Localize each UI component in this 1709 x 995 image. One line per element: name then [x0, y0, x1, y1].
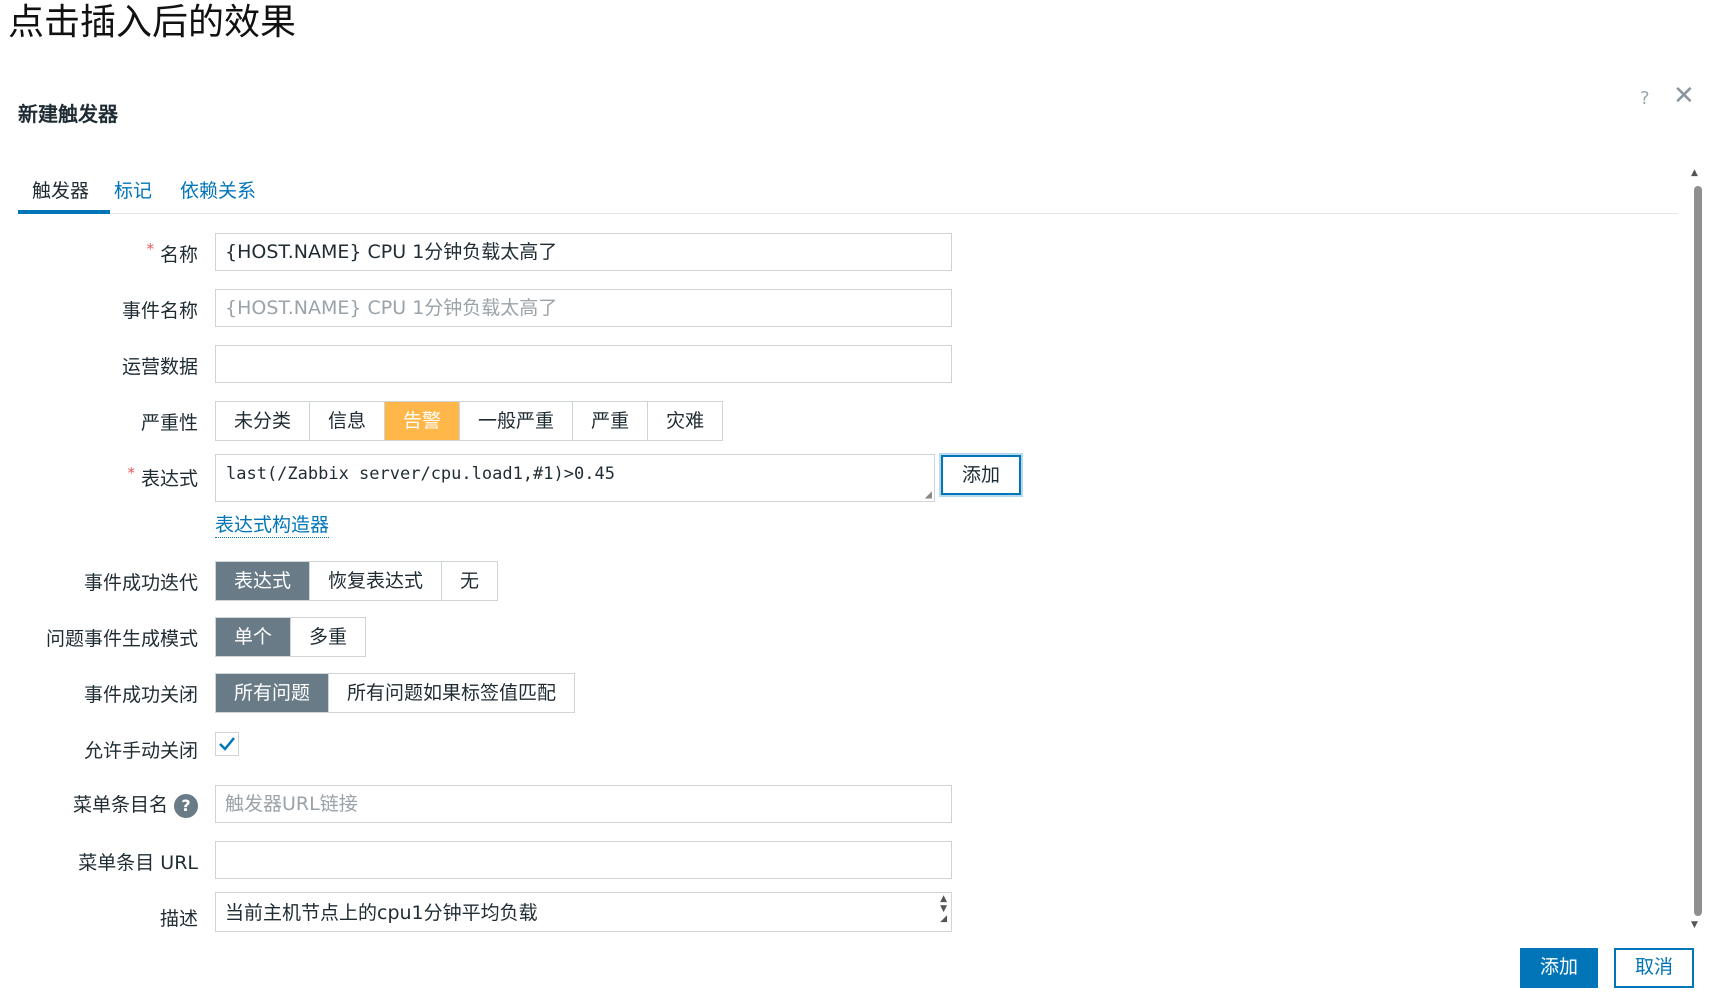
description-textarea[interactable]: 当前主机节点上的cpu1分钟平均负载 ▲ ▼ ◢: [215, 892, 952, 932]
help-question-icon[interactable]: ?: [174, 793, 198, 818]
opdata-label: 运营数据: [121, 356, 198, 378]
ok-event-generation-label: 事件成功迭代: [83, 572, 198, 594]
expression-text: last(/Zabbix server/cpu.load1,#1)>0.45: [226, 464, 615, 484]
resize-handle-icon[interactable]: ◢: [925, 488, 932, 500]
vertical-scrollbar[interactable]: ▲ ▼: [1691, 168, 1705, 938]
tab-trigger[interactable]: 触发器: [32, 176, 89, 203]
cancel-button[interactable]: 取消: [1614, 948, 1694, 988]
problem-mode-single[interactable]: 单个: [216, 618, 292, 656]
tab-dependencies[interactable]: 依赖关系: [180, 176, 256, 203]
tab-tags[interactable]: 标记: [114, 176, 152, 203]
ok-event-recovery-expression[interactable]: 恢复表达式: [310, 562, 443, 600]
problem-mode-label: 问题事件生成模式: [45, 628, 198, 650]
severity-warning[interactable]: 告警: [385, 402, 461, 440]
required-mark: *: [146, 240, 154, 258]
expression-textarea[interactable]: last(/Zabbix server/cpu.load1,#1)>0.45 ◢: [215, 454, 935, 502]
severity-information[interactable]: 信息: [310, 402, 386, 440]
severity-not-classified[interactable]: 未分类: [216, 402, 311, 440]
ok-event-closes-selector: 所有问题 所有问题如果标签值匹配: [215, 673, 576, 713]
problem-mode-selector: 单个 多重: [215, 617, 367, 657]
expression-label: * 表达式: [127, 464, 198, 490]
manual-close-label: 允许手动关闭: [83, 740, 198, 762]
severity-disaster[interactable]: 灾难: [648, 402, 723, 440]
dialog-title: 新建触发器: [18, 102, 118, 126]
required-mark: *: [127, 464, 135, 482]
textarea-scroll-icon[interactable]: ▲ ▼ ◢: [940, 894, 947, 924]
scroll-down-icon[interactable]: ▼: [1691, 920, 1698, 930]
active-tab-indicator: [18, 210, 110, 214]
severity-label: 严重性: [140, 412, 198, 434]
manual-close-checkbox[interactable]: [215, 732, 239, 756]
url-input[interactable]: [215, 841, 952, 879]
event-name-input[interactable]: {HOST.NAME} CPU 1分钟负载太高了: [215, 289, 952, 327]
closes-all-problems[interactable]: 所有问题: [216, 674, 330, 712]
close-icon[interactable]: ✕: [1673, 82, 1695, 110]
ok-event-expression[interactable]: 表达式: [216, 562, 311, 600]
expression-builder-link[interactable]: 表达式构造器: [215, 510, 330, 538]
description-label: 描述: [159, 908, 198, 930]
closes-tag-match[interactable]: 所有问题如果标签值匹配: [329, 674, 575, 712]
ok-event-closes-label: 事件成功关闭: [83, 684, 198, 706]
url-name-label: 菜单条目名?: [73, 790, 198, 818]
expression-add-button[interactable]: 添加: [941, 455, 1021, 495]
page-heading: 点击插入后的效果: [8, 2, 297, 43]
tab-bar: 触发器 标记 依赖关系: [18, 168, 1678, 214]
ok-event-generation-selector: 表达式 恢复表达式 无: [215, 561, 499, 601]
url-label: 菜单条目 URL: [78, 852, 198, 874]
name-label: * 名称: [146, 240, 198, 266]
ok-event-none[interactable]: 无: [442, 562, 498, 600]
name-input[interactable]: {HOST.NAME} CPU 1分钟负载太高了: [215, 233, 952, 271]
help-icon[interactable]: ?: [1640, 88, 1650, 109]
scrollbar-thumb[interactable]: [1694, 186, 1702, 916]
description-text: 当前主机节点上的cpu1分钟平均负载: [225, 902, 538, 924]
scroll-up-icon[interactable]: ▲: [1691, 168, 1698, 178]
checkmark-icon: [219, 737, 235, 751]
opdata-input[interactable]: [215, 345, 952, 383]
event-name-label: 事件名称: [121, 300, 198, 322]
add-button[interactable]: 添加: [1520, 948, 1598, 988]
severity-selector: 未分类 信息 告警 一般严重 严重 灾难: [215, 401, 724, 441]
severity-high[interactable]: 严重: [573, 402, 649, 440]
problem-mode-multiple[interactable]: 多重: [291, 618, 366, 656]
url-name-input[interactable]: 触发器URL链接: [215, 785, 952, 823]
severity-average[interactable]: 一般严重: [460, 402, 574, 440]
